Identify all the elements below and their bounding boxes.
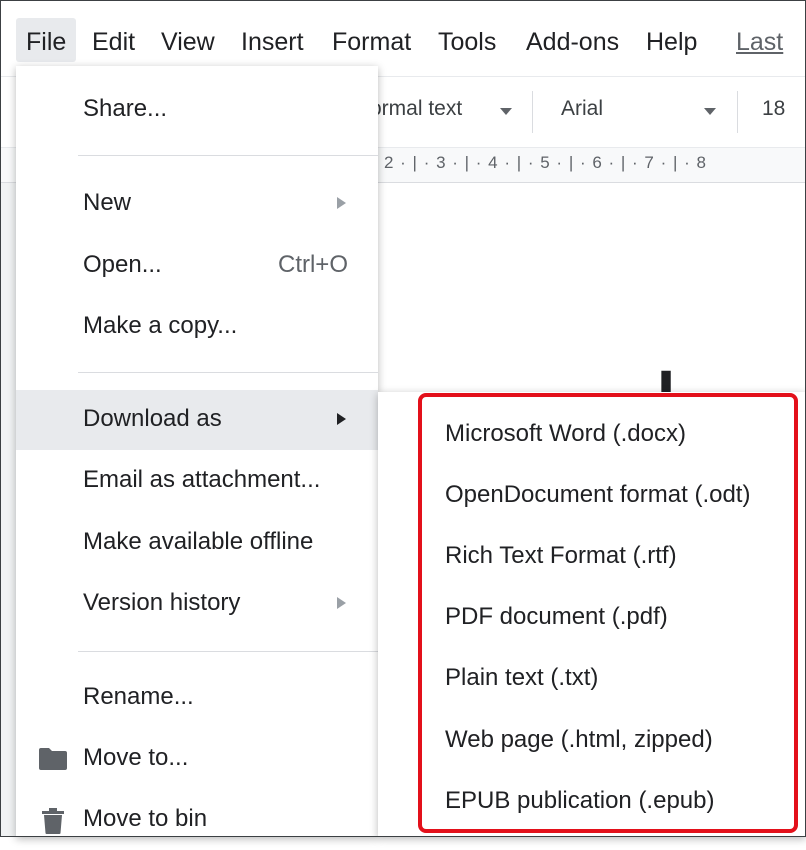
submenu-arrow-icon bbox=[337, 197, 346, 209]
submenu-item-label: PDF document (.pdf) bbox=[445, 603, 668, 630]
menu-item-label: Rename... bbox=[83, 683, 194, 710]
menu-item-email-attachment[interactable]: Email as attachment... bbox=[16, 451, 378, 511]
font-dropdown[interactable]: Arial bbox=[561, 97, 603, 121]
submenu-arrow-icon bbox=[337, 597, 346, 609]
menu-item-label: Share... bbox=[83, 95, 168, 122]
font-dropdown-caret-icon[interactable] bbox=[704, 108, 716, 115]
submenu-item-label: Microsoft Word (.docx) bbox=[445, 420, 686, 447]
menu-item-label: Email as attachment... bbox=[83, 466, 321, 493]
menu-file[interactable]: File bbox=[16, 18, 77, 62]
menu-item-move-to-bin[interactable]: Move to bin bbox=[16, 790, 378, 850]
menu-item-new[interactable]: New bbox=[16, 174, 378, 234]
last-edit-link[interactable]: Last e bbox=[726, 18, 806, 104]
toolbar-divider bbox=[532, 91, 533, 133]
menu-item-label: Version history bbox=[83, 589, 241, 616]
trash-icon bbox=[42, 808, 64, 839]
menu-insert[interactable]: Insert bbox=[231, 18, 314, 62]
submenu-item-label: OpenDocument format (.odt) bbox=[445, 481, 751, 508]
menu-item-label: Make available offline bbox=[83, 528, 314, 555]
menu-item-shortcut: Ctrl+O bbox=[277, 251, 348, 278]
menu-tools[interactable]: Tools bbox=[428, 18, 506, 62]
download-html[interactable]: Web page (.html, zipped) bbox=[378, 711, 806, 772]
menu-item-download-as[interactable]: Download as bbox=[16, 390, 378, 450]
menu-item-label: Move to... bbox=[83, 744, 189, 771]
menu-item-label: New bbox=[83, 189, 132, 216]
menu-edit[interactable]: Edit bbox=[82, 18, 145, 62]
ruler-marks: 2 · | · 3 · | · 4 · | · 5 · | · 6 · | · … bbox=[384, 153, 707, 172]
download-pdf[interactable]: PDF document (.pdf) bbox=[378, 588, 806, 649]
download-epub[interactable]: EPUB publication (.epub) bbox=[378, 772, 806, 833]
menu-item-label: Move to bin bbox=[83, 805, 208, 832]
menu-divider bbox=[78, 651, 378, 652]
style-dropdown[interactable]: ormal text bbox=[370, 97, 462, 121]
menu-help[interactable]: Help bbox=[636, 18, 707, 62]
menu-add-ons[interactable]: Add-ons bbox=[516, 18, 629, 62]
style-dropdown-caret-icon[interactable] bbox=[500, 108, 512, 115]
font-size-field[interactable]: 18 bbox=[762, 97, 785, 121]
submenu-item-label: Rich Text Format (.rtf) bbox=[445, 542, 677, 569]
menu-item-make-offline[interactable]: Make available offline bbox=[16, 513, 378, 573]
menu-item-label: Make a copy... bbox=[83, 312, 238, 339]
menu-item-version-history[interactable]: Version history bbox=[16, 574, 378, 634]
menu-item-label: Download as bbox=[83, 405, 222, 432]
folder-icon bbox=[38, 747, 68, 776]
menu-item-move-to[interactable]: Move to... bbox=[16, 729, 378, 789]
menu-item-rename[interactable]: Rename... bbox=[16, 668, 378, 728]
submenu-item-label: EPUB publication (.epub) bbox=[445, 787, 715, 814]
submenu-item-label: Plain text (.txt) bbox=[445, 664, 599, 691]
menu-view[interactable]: View bbox=[151, 18, 225, 62]
menu-item-label: Open... bbox=[83, 251, 162, 278]
menu-divider bbox=[78, 372, 378, 373]
submenu-arrow-icon bbox=[337, 413, 346, 425]
menu-bar: File Edit View Insert Format Tools Add-o… bbox=[0, 0, 806, 104]
download-rtf[interactable]: Rich Text Format (.rtf) bbox=[378, 527, 806, 588]
file-menu: Share... New Open... Ctrl+O Make a copy.… bbox=[16, 66, 378, 837]
menu-item-open[interactable]: Open... Ctrl+O bbox=[16, 236, 378, 296]
download-docx[interactable]: Microsoft Word (.docx) bbox=[378, 405, 806, 466]
submenu-item-label: Web page (.html, zipped) bbox=[445, 726, 713, 753]
menu-item-make-copy[interactable]: Make a copy... bbox=[16, 297, 378, 357]
download-submenu: Microsoft Word (.docx) OpenDocument form… bbox=[378, 392, 806, 837]
menu-format[interactable]: Format bbox=[322, 18, 421, 62]
menu-item-share[interactable]: Share... bbox=[16, 80, 378, 140]
menu-divider bbox=[78, 155, 378, 156]
download-txt[interactable]: Plain text (.txt) bbox=[378, 649, 806, 710]
toolbar-divider bbox=[737, 91, 738, 133]
download-odt[interactable]: OpenDocument format (.odt) bbox=[378, 466, 806, 527]
